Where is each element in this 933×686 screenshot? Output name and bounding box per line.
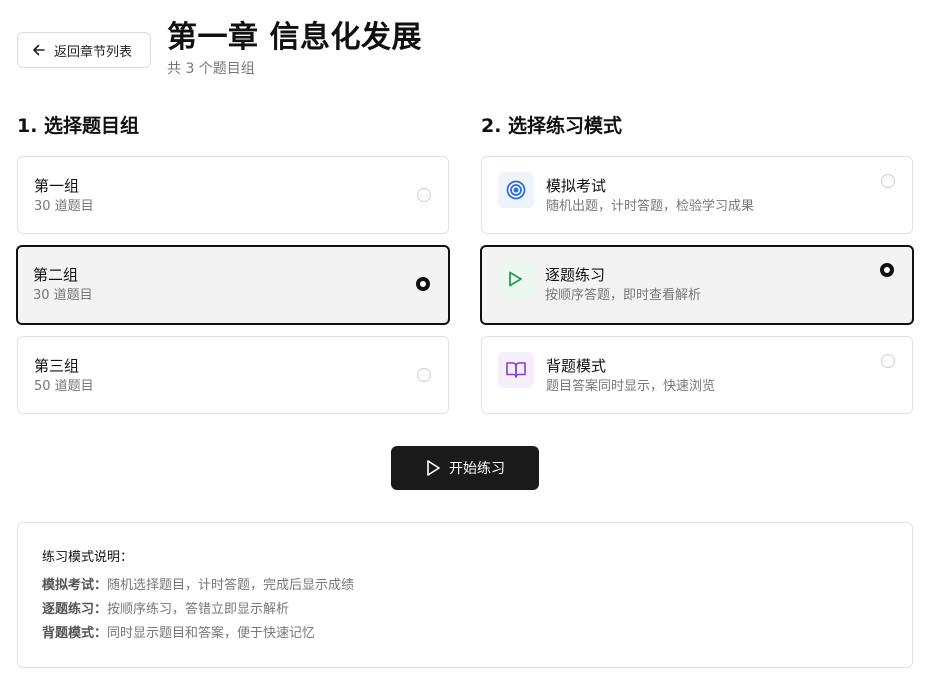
info-term: 逐题练习： bbox=[42, 602, 108, 617]
info-line: 模拟考试：随机选择题目，计时答题，完成后显示成绩 bbox=[42, 577, 354, 595]
modes-section-title: 2. 选择练习模式 bbox=[481, 115, 623, 137]
mode-description: 按顺序答题，即时查看解析 bbox=[545, 288, 702, 303]
info-line: 背题模式：同时显示题目和答案，便于快速记忆 bbox=[42, 625, 315, 643]
mode-radio[interactable] bbox=[881, 354, 895, 368]
mode-radio[interactable] bbox=[880, 263, 894, 277]
mode-name: 背题模式 bbox=[546, 357, 607, 375]
target-icon bbox=[498, 172, 534, 208]
info-term: 模拟考试： bbox=[42, 578, 108, 593]
group-radio[interactable] bbox=[416, 277, 430, 291]
group-name: 第三组 bbox=[34, 357, 80, 375]
mode-explanation-box: 练习模式说明： 模拟考试：随机选择题目，计时答题，完成后显示成绩 逐题练习：按顺… bbox=[17, 522, 913, 668]
group-card-3[interactable]: 第三组 50 道题目 bbox=[17, 336, 449, 414]
play-icon bbox=[427, 460, 440, 476]
mode-name: 模拟考试 bbox=[546, 177, 607, 195]
group-question-count: 30 道题目 bbox=[33, 288, 93, 303]
group-name: 第二组 bbox=[33, 266, 79, 284]
group-card-1[interactable]: 第一组 30 道题目 bbox=[17, 156, 449, 234]
mode-description: 随机出题，计时答题，检验学习成果 bbox=[546, 199, 755, 214]
group-radio[interactable] bbox=[417, 368, 431, 382]
info-text: 随机选择题目，计时答题，完成后显示成绩 bbox=[107, 578, 355, 593]
groups-section-title: 1. 选择题目组 bbox=[17, 115, 140, 137]
page-subtitle: 共 3 个题目组 bbox=[167, 61, 255, 77]
play-icon bbox=[497, 261, 533, 297]
mode-card-memorize[interactable]: 背题模式 题目答案同时显示，快速浏览 bbox=[481, 336, 913, 414]
mode-name: 逐题练习 bbox=[545, 266, 606, 284]
page-title: 第一章 信息化发展 bbox=[167, 20, 422, 55]
info-title: 练习模式说明： bbox=[42, 550, 134, 565]
book-icon bbox=[498, 352, 534, 388]
group-name: 第一组 bbox=[34, 177, 80, 195]
group-radio[interactable] bbox=[417, 188, 431, 202]
back-button-label: 返回章节列表 bbox=[54, 44, 133, 60]
mode-card-exam[interactable]: 模拟考试 随机出题，计时答题，检验学习成果 bbox=[481, 156, 913, 234]
info-term: 背题模式： bbox=[42, 626, 108, 641]
back-to-chapters-button[interactable]: 返回章节列表 bbox=[17, 32, 151, 68]
info-text: 同时显示题目和答案，便于快速记忆 bbox=[107, 626, 316, 641]
group-question-count: 50 道题目 bbox=[34, 379, 94, 394]
group-card-2[interactable]: 第二组 30 道题目 bbox=[16, 245, 450, 325]
info-text: 按顺序练习，答错立即显示解析 bbox=[107, 602, 290, 617]
group-question-count: 30 道题目 bbox=[34, 199, 94, 214]
info-line: 逐题练习：按顺序练习，答错立即显示解析 bbox=[42, 601, 289, 619]
mode-description: 题目答案同时显示，快速浏览 bbox=[546, 379, 716, 394]
start-practice-button[interactable]: 开始练习 bbox=[391, 446, 539, 490]
mode-card-sequential[interactable]: 逐题练习 按顺序答题，即时查看解析 bbox=[480, 245, 914, 325]
mode-radio[interactable] bbox=[881, 174, 895, 188]
arrow-left-icon bbox=[33, 44, 45, 56]
start-button-label: 开始练习 bbox=[449, 461, 505, 477]
